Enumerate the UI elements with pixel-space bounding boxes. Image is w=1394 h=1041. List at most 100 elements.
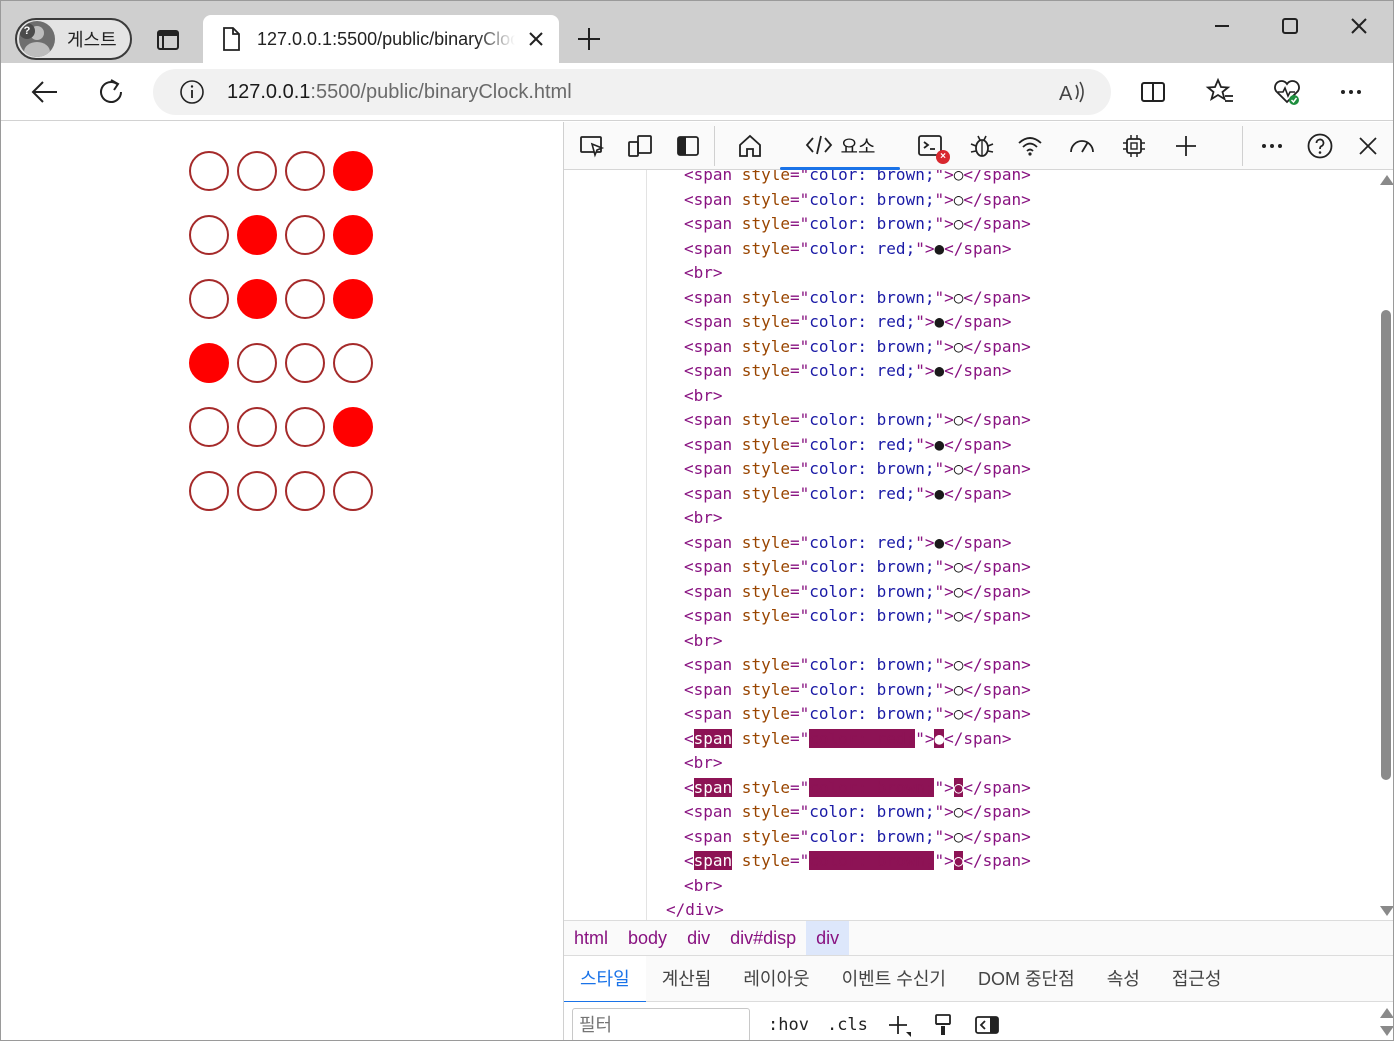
read-aloud-icon[interactable]: A [1059,79,1089,105]
dom-node-span[interactable]: <span style="color: brown;">○</span> [684,849,1031,873]
dom-node-br[interactable]: <br> [684,751,723,775]
empty-circle [285,279,325,319]
breadcrumb-item[interactable]: div#disp [720,921,806,955]
dom-node-close-div[interactable]: </div> [666,898,724,920]
dom-node-span[interactable]: <span style="color: brown;">○</span> [684,678,1031,702]
styles-filter-input[interactable] [572,1008,750,1040]
dom-node-span[interactable]: <span style="color: brown;">○</span> [684,604,1031,628]
refresh-icon[interactable] [95,76,127,108]
hov-toggle[interactable]: :hov [768,1015,809,1035]
close-devtools-icon[interactable] [1354,132,1382,160]
tab-close-icon[interactable] [525,28,547,50]
subtab[interactable]: 이벤트 수신기 [826,956,962,1002]
subtab[interactable]: 계산됨 [646,956,728,1002]
dom-tree[interactable]: <span style="color: brown;">○</span> <spa… [564,170,1376,920]
dom-node-br[interactable]: <br> [684,384,723,408]
attr-name: style [732,728,790,748]
more-menu-icon[interactable] [1335,76,1367,108]
address-bar[interactable]: 127.0.0.1:5500/public/binaryClock.html A [153,69,1111,115]
tab-actions-icon[interactable] [151,25,185,55]
dock-side-icon[interactable] [674,132,702,160]
split-screen-icon[interactable] [1137,76,1169,108]
welcome-home-icon[interactable] [736,132,764,160]
scroll-up-arrow-icon[interactable] [1380,175,1393,185]
toggle-sidebar-icon[interactable] [974,1012,1000,1038]
help-icon[interactable] [1306,132,1334,160]
device-emulation-icon[interactable] [626,132,654,160]
dom-node-span[interactable]: <span style="color: brown;">○</span> [684,212,1031,236]
dom-node-span[interactable]: <span style="color: brown;">○</span> [684,580,1031,604]
tab-elements[interactable]: 요소 [780,122,900,170]
breadcrumb-item[interactable]: html [564,921,618,955]
styles-scrollbar[interactable] [1375,1002,1393,1040]
dom-tree-scrollbar[interactable] [1375,170,1393,920]
breadcrumb-item[interactable]: div [677,921,720,955]
devtools-more-icon[interactable] [1258,132,1286,160]
subtab[interactable]: 스타일 [564,955,646,1003]
dom-node-span[interactable]: <span style="color: brown;">○</span> [684,702,1031,726]
dom-node-span[interactable]: <span style="color: brown;">○</span> [684,776,1031,800]
memory-chip-icon[interactable] [1120,132,1148,160]
dom-node-span[interactable]: <span style="color: red;">●</span> [684,482,1012,506]
attr-quote: =" [789,312,810,331]
attr-value: color: brown; [809,581,935,601]
sources-bug-icon[interactable] [968,132,996,160]
dom-node-span[interactable]: <span style="color: red;">●</span> [684,727,1012,751]
tag-open: < [684,361,694,380]
styles-scroll-up-icon[interactable] [1380,1008,1393,1018]
dom-node-span[interactable]: <span style="color: brown;">○</span> [684,457,1031,481]
attr-quote: "> [934,581,954,601]
browser-window: ? 게스트 127.0.0.1:5500/public/binaryClock.… [0,0,1394,1041]
dom-node-span[interactable]: <span style="color: brown;">○</span> [684,335,1031,359]
inspect-element-icon[interactable] [578,132,606,160]
minimize-icon[interactable] [1209,13,1235,39]
network-wifi-icon[interactable] [1016,132,1044,160]
dom-node-span[interactable]: <span style="color: brown;">○</span> [684,653,1031,677]
tab-elements-label: 요소 [840,136,876,158]
dom-node-br[interactable]: <br> [684,629,723,653]
tag-name: span [693,410,733,429]
back-arrow-icon[interactable] [29,76,61,108]
styles-scroll-down-icon[interactable] [1380,1026,1393,1036]
subtab[interactable]: DOM 중단점 [962,956,1091,1002]
scrollbar-thumb[interactable] [1381,310,1391,780]
site-info-icon[interactable] [179,79,205,105]
cls-toggle[interactable]: .cls [827,1015,868,1035]
paint-brush-icon[interactable] [930,1012,956,1038]
tag-close: </span> [963,802,1031,821]
browser-tab[interactable]: 127.0.0.1:5500/public/binaryClock.html [203,15,559,63]
new-style-rule-icon[interactable] [886,1012,912,1038]
favorites-icon[interactable] [1204,76,1236,108]
dom-node-span[interactable]: <span style="color: brown;">○</span> [684,408,1031,432]
dom-node-span[interactable]: <span style="color: brown;">○</span> [684,286,1031,310]
performance-gauge-icon[interactable] [1068,132,1096,160]
more-tools-plus-icon[interactable] [1172,132,1200,160]
dom-node-br[interactable]: <br> [684,261,723,285]
subtab[interactable]: 속성 [1091,956,1156,1002]
dom-node-span[interactable]: <span style="color: brown;">○</span> [684,825,1031,849]
subtab[interactable]: 접근성 [1156,956,1238,1002]
dom-node-span[interactable]: <span style="color: brown;">○</span> [684,800,1031,824]
dom-node-span[interactable]: <span style="color: red;">●</span> [684,359,1012,383]
breadcrumb-item[interactable]: div [806,921,850,955]
close-window-icon[interactable] [1346,13,1372,39]
new-tab-icon[interactable] [575,25,603,53]
subtab[interactable]: 레이아웃 [727,956,825,1002]
dom-node-br[interactable]: <br> [684,874,723,898]
attr-value: color: red; [809,312,916,331]
attr-quote: =" [789,336,810,356]
breadcrumb-item[interactable]: body [618,921,677,955]
scroll-down-arrow-icon[interactable] [1380,906,1393,916]
dom-node-span[interactable]: <span style="color: red;">●</span> [684,433,1012,457]
dom-node-br[interactable]: <br> [684,506,723,530]
dom-node-span[interactable]: <span style="color: brown;">○</span> [684,170,1031,187]
dom-node-span[interactable]: <span style="color: red;">●</span> [684,237,1012,261]
maximize-icon[interactable] [1277,13,1303,39]
dom-node-span[interactable]: <span style="color: brown;">○</span> [684,555,1031,579]
dom-node-span[interactable]: <span style="color: red;">●</span> [684,310,1012,334]
dom-node-span[interactable]: <span style="color: red;">●</span> [684,531,1012,555]
browser-essentials-icon[interactable] [1271,76,1303,108]
tag-open: < [684,312,694,331]
profile-button[interactable]: ? 게스트 [15,18,132,60]
dom-node-span[interactable]: <span style="color: brown;">○</span> [684,188,1031,212]
